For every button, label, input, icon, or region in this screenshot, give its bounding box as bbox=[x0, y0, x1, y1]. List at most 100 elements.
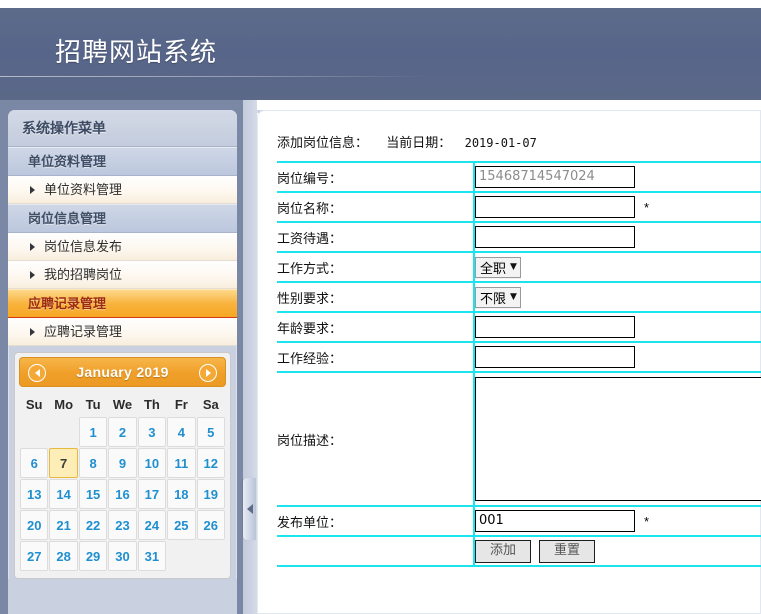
calendar-day-18[interactable]: 18 bbox=[167, 479, 196, 509]
select-工作方式[interactable]: 全职 ▼ bbox=[475, 256, 521, 278]
calendar-day-11[interactable]: 11 bbox=[167, 448, 196, 478]
sidebar-group-1[interactable]: 岗位信息管理 bbox=[8, 204, 237, 233]
triangle-left-icon bbox=[246, 504, 253, 514]
form-label-2: 工资待遇： bbox=[277, 222, 475, 253]
form-caption-date-value: 2019-01-07 bbox=[464, 136, 537, 150]
calendar-empty-cell bbox=[20, 417, 48, 447]
input-岗位名称[interactable] bbox=[475, 196, 635, 218]
calendar-weekday-1: Mo bbox=[54, 396, 74, 412]
form-label-7: 岗位描述： bbox=[277, 372, 475, 507]
sidebar-item-2-0[interactable]: 应聘记录管理 bbox=[8, 318, 237, 346]
calendar-week-row: 12345 bbox=[20, 417, 225, 447]
form-label-6: 工作经验： bbox=[277, 342, 475, 373]
calendar-body: 1 2 3 4 5 6 7 8 9 10 11 12 13 14 15 16 17 18 19 20 21 22 23 24 2… bbox=[20, 417, 225, 571]
select-value: 不限 bbox=[480, 291, 507, 307]
sidebar-item-label: 单位资料管理 bbox=[44, 182, 123, 197]
calendar-title: January 2019 bbox=[76, 364, 169, 380]
calendar-day-2[interactable]: 2 bbox=[108, 417, 137, 447]
calendar-day-1[interactable]: 1 bbox=[78, 417, 108, 447]
calendar-day-29[interactable]: 29 bbox=[78, 541, 108, 571]
calendar-day-23[interactable]: 23 bbox=[108, 510, 137, 540]
calendar-day-10[interactable]: 10 bbox=[137, 448, 167, 478]
calendar-day-20[interactable]: 20 bbox=[20, 510, 49, 540]
app-root: 招聘网站系统 系统操作菜单 单位资料管理 单位资料管理 岗位信息管理 岗位信息发布 我的… bbox=[0, 0, 761, 614]
sidebar-item-label: 应聘记录管理 bbox=[44, 324, 123, 339]
form-field-cell-8: * bbox=[474, 506, 761, 537]
calendar-day-26[interactable]: 26 bbox=[196, 510, 225, 540]
calendar-empty-cell bbox=[197, 541, 225, 571]
input-年龄要求[interactable] bbox=[475, 316, 635, 338]
app-title: 招聘网站系统 bbox=[55, 38, 218, 68]
calendar-day-25[interactable]: 25 bbox=[167, 510, 196, 540]
calendar-day-14[interactable]: 14 bbox=[49, 479, 78, 509]
triangle-right-icon bbox=[30, 185, 35, 194]
sidebar-group-label: 岗位信息管理 bbox=[28, 211, 107, 226]
input-工资待遇[interactable] bbox=[475, 226, 635, 248]
calendar-empty-cell bbox=[167, 541, 195, 571]
job-form-table: 岗位编号：岗位名称：*工资待遇：工作方式：全职▼性别要求：不限▼年龄要求：工作经… bbox=[277, 161, 761, 567]
calendar-grid: Su Mo Tu We Th Fr Sa 1 2 3 4 5 6 7 8 9 10 11 12 13 14 15 16 17… bbox=[19, 391, 226, 572]
form-label-4: 性别要求： bbox=[277, 282, 475, 313]
calendar-header: January 2019 bbox=[19, 357, 226, 387]
select-性别要求[interactable]: 不限 ▼ bbox=[475, 286, 521, 308]
calendar-day-17[interactable]: 17 bbox=[137, 479, 167, 509]
form-label-1: 岗位名称： bbox=[277, 192, 475, 223]
form-caption-title: 添加岗位信息： bbox=[277, 136, 369, 151]
sidebar-group-2[interactable]: 应聘记录管理 bbox=[8, 289, 237, 318]
sidebar-item-1-1[interactable]: 我的招聘岗位 bbox=[8, 261, 237, 289]
calendar-day-5[interactable]: 5 bbox=[196, 417, 225, 447]
calendar-weekday-6: Sa bbox=[202, 396, 219, 412]
calendar-day-13[interactable]: 13 bbox=[20, 479, 49, 509]
header-divider bbox=[0, 76, 430, 77]
calendar-day-6[interactable]: 6 bbox=[20, 448, 49, 478]
sidebar-title: 系统操作菜单 bbox=[8, 110, 237, 147]
calendar-weekday-2: Tu bbox=[85, 396, 101, 412]
main-panel: 添加岗位信息： 当前日期： 2019-01-07 岗位编号：岗位名称： * 工资待遇… bbox=[257, 110, 761, 614]
submit-button[interactable]: 添加 bbox=[475, 539, 531, 563]
sidebar-item-label: 岗位信息发布 bbox=[44, 239, 123, 254]
sidebar-group-0[interactable]: 单位资料管理 bbox=[8, 147, 237, 176]
calendar-day-4[interactable]: 4 bbox=[167, 417, 196, 447]
calendar-weekday-row: Su Mo Tu We Th Fr Sa bbox=[20, 392, 225, 416]
calendar-day-24[interactable]: 24 bbox=[137, 510, 167, 540]
form-field-cell-3: 全职 ▼ bbox=[474, 252, 761, 283]
sidebar-item-0-0[interactable]: 单位资料管理 bbox=[8, 176, 237, 204]
chevron-left-icon[interactable] bbox=[28, 364, 46, 382]
form-field-cell-2 bbox=[474, 222, 761, 253]
calendar-day-3[interactable]: 3 bbox=[137, 417, 167, 447]
sidebar-collapse-handle[interactable] bbox=[243, 478, 256, 540]
calendar-day-19[interactable]: 19 bbox=[196, 479, 225, 509]
input-岗位编号[interactable] bbox=[475, 166, 635, 188]
triangle-right-icon bbox=[30, 270, 35, 279]
form-field-cell-0 bbox=[474, 162, 761, 193]
calendar-day-15[interactable]: 15 bbox=[78, 479, 108, 509]
textarea-岗位描述[interactable] bbox=[475, 377, 761, 501]
form-buttons-row: 添加 重置 bbox=[277, 536, 761, 567]
form-label-0: 岗位编号： bbox=[277, 162, 475, 193]
app-header: 招聘网站系统 bbox=[0, 8, 761, 100]
chevron-right-icon[interactable] bbox=[199, 364, 217, 382]
calendar-day-28[interactable]: 28 bbox=[49, 541, 78, 571]
calendar-day-22[interactable]: 22 bbox=[78, 510, 108, 540]
calendar-day-21[interactable]: 21 bbox=[49, 510, 78, 540]
calendar-day-31[interactable]: 31 bbox=[137, 541, 167, 571]
sidebar-filler bbox=[8, 579, 237, 614]
sidebar-item-1-0[interactable]: 岗位信息发布 bbox=[8, 233, 237, 261]
form-field-cell-4: 不限 ▼ bbox=[474, 282, 761, 313]
sidebar-group-label: 应聘记录管理 bbox=[28, 296, 107, 311]
calendar-week-row: 13 14 15 16 17 18 19 bbox=[20, 479, 225, 509]
calendar-week-row: 27 28 29 30 31 bbox=[20, 541, 225, 571]
calendar-day-30[interactable]: 30 bbox=[108, 541, 137, 571]
required-mark: * bbox=[644, 199, 650, 215]
input-发布单位[interactable] bbox=[475, 510, 635, 532]
input-工作经验[interactable] bbox=[475, 346, 635, 368]
calendar-day-27[interactable]: 27 bbox=[20, 541, 49, 571]
calendar-day-8[interactable]: 8 bbox=[78, 448, 108, 478]
calendar-day-16[interactable]: 16 bbox=[108, 479, 137, 509]
calendar-day-12[interactable]: 12 bbox=[196, 448, 225, 478]
calendar-day-7[interactable]: 7 bbox=[49, 448, 78, 478]
calendar-day-9[interactable]: 9 bbox=[108, 448, 137, 478]
sidebar-item-label: 我的招聘岗位 bbox=[44, 267, 123, 282]
form-buttons-cell: 添加 重置 bbox=[474, 536, 761, 567]
reset-button[interactable]: 重置 bbox=[539, 539, 595, 563]
